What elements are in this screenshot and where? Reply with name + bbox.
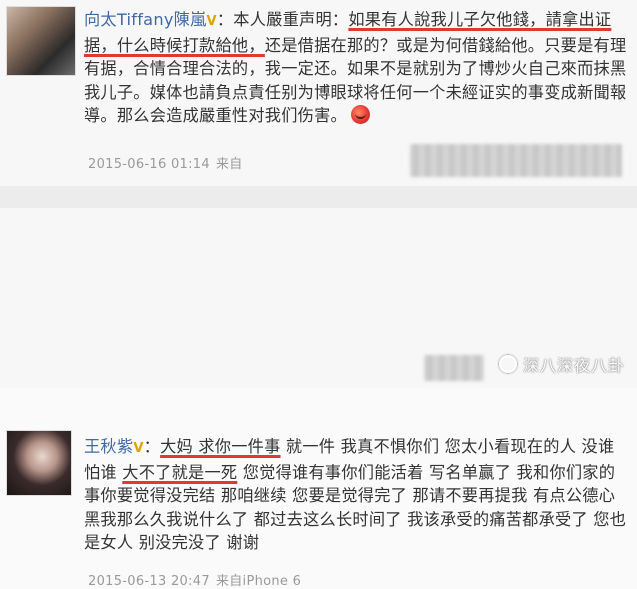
watermark-text: 深八深夜八卦: [522, 356, 625, 375]
timestamp-link[interactable]: 2015-06-16 01:14: [88, 157, 210, 172]
wechat-icon: [498, 355, 517, 373]
source-label: 来自iPhone 6: [215, 574, 302, 589]
post-meta: 2015-06-13 20:47 来自iPhone 6: [88, 570, 301, 589]
blurred-region: [424, 355, 484, 381]
username-link[interactable]: 向太Tiffany陳嵐: [84, 10, 207, 29]
post-text-part: 本人嚴重声明：: [233, 10, 349, 29]
timestamp-link[interactable]: 2015-06-13 20:47: [88, 574, 210, 589]
underlined-text: 大妈 求你一件事: [160, 437, 281, 456]
avatar[interactable]: [6, 430, 72, 496]
verified-badge-icon: V: [133, 441, 144, 456]
username-link[interactable]: 王秋紫: [84, 437, 133, 456]
watermark: 深八深夜八卦: [498, 352, 625, 376]
colon: ：: [216, 10, 234, 29]
post-content: 向太Tiffany陳嵐V：本人嚴重声明：如果有人說我儿子欠他錢，請拿出证据，什么…: [84, 8, 630, 128]
divider: [0, 186, 637, 208]
colon: ：: [143, 437, 161, 456]
post-meta: 2015-06-16 01:14 来自: [88, 153, 243, 172]
blurred-region: [410, 144, 622, 177]
underlined-text: 大不了就是一死: [122, 462, 238, 482]
source-label: 来自: [215, 157, 243, 172]
post-content: 王秋紫V：大妈 求你一件事 就一件 我真不惧你们 您太小看现在的人 没谁怕谁 大…: [84, 435, 630, 555]
avatar[interactable]: [6, 6, 76, 76]
verified-badge-icon: V: [206, 14, 217, 29]
angry-face-icon: [351, 105, 370, 125]
